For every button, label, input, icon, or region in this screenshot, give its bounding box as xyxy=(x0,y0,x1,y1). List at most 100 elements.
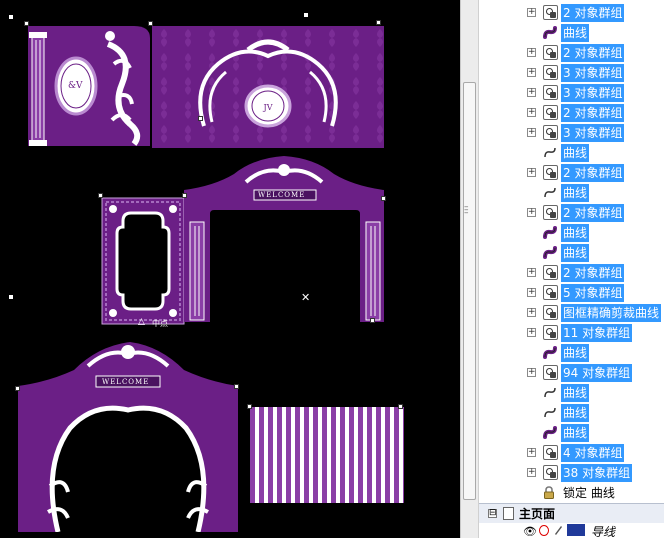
object-label[interactable]: 94 对象群组 xyxy=(561,364,633,382)
node-handle[interactable] xyxy=(381,196,386,201)
rotation-center-icon[interactable]: ✕ xyxy=(301,291,310,304)
object-row[interactable]: 曲线 xyxy=(479,423,664,443)
node-handle[interactable] xyxy=(376,20,381,25)
object-label[interactable]: 3 对象群组 xyxy=(561,124,625,142)
object-row[interactable]: 曲线 xyxy=(479,343,664,363)
object-row[interactable]: +3 对象群组 xyxy=(479,63,664,83)
expand-icon[interactable]: + xyxy=(527,308,536,317)
object-label[interactable]: 曲线 xyxy=(561,384,590,402)
object-row[interactable]: +3 对象群组 xyxy=(479,83,664,103)
node-handle[interactable] xyxy=(198,116,203,121)
node-handle[interactable] xyxy=(148,21,153,26)
object-label[interactable]: 曲线 xyxy=(561,244,590,262)
expand-icon[interactable]: + xyxy=(527,88,536,97)
guides-layer-row[interactable]: 👁 导线 xyxy=(479,523,664,538)
object-row[interactable]: 锁定 曲线 xyxy=(479,483,664,503)
master-page-row[interactable]: ⊟ 主页面 xyxy=(479,503,664,523)
pencil-icon[interactable] xyxy=(553,524,563,536)
selection-handle-top-center[interactable] xyxy=(303,12,309,18)
object-label[interactable]: 曲线 xyxy=(561,344,590,362)
object-label[interactable]: 2 对象群组 xyxy=(561,4,625,22)
object-label[interactable]: 锁定 曲线 xyxy=(561,484,617,502)
object-row[interactable]: +2 对象群组 xyxy=(479,3,664,23)
node-handle[interactable] xyxy=(182,193,187,198)
object-label[interactable]: 2 对象群组 xyxy=(561,104,625,122)
node-handle[interactable] xyxy=(398,404,403,409)
object-row[interactable]: 曲线 xyxy=(479,243,664,263)
object-label[interactable]: 曲线 xyxy=(561,24,590,42)
node-handle[interactable] xyxy=(15,386,20,391)
object-label[interactable]: 曲线 xyxy=(561,224,590,242)
eye-icon[interactable]: 👁 xyxy=(523,525,537,538)
object-label[interactable]: 曲线 xyxy=(561,144,590,162)
expand-icon[interactable]: + xyxy=(527,68,536,77)
node-handle[interactable] xyxy=(24,21,29,26)
object-label[interactable]: 4 对象群组 xyxy=(561,444,625,462)
drawing-canvas[interactable]: &V JV WELCOME WELCOME ✕ △ 中点 xyxy=(0,0,460,538)
expand-icon[interactable]: + xyxy=(527,468,536,477)
expand-icon[interactable]: + xyxy=(527,8,536,17)
object-row[interactable]: 曲线 xyxy=(479,23,664,43)
collapse-icon[interactable]: ⊟ xyxy=(488,509,497,518)
object-label[interactable]: 2 对象群组 xyxy=(561,264,625,282)
expand-icon[interactable]: + xyxy=(527,368,536,377)
selection-handle-middle-left[interactable] xyxy=(8,294,14,300)
object-row[interactable]: +2 对象群组 xyxy=(479,43,664,63)
expand-icon[interactable]: + xyxy=(527,328,536,337)
expand-icon[interactable]: + xyxy=(527,208,536,217)
selection-handle-top-left[interactable] xyxy=(8,14,14,20)
object-row[interactable]: 曲线 xyxy=(479,383,664,403)
expand-icon[interactable]: + xyxy=(527,48,536,57)
object-label[interactable]: 5 对象群组 xyxy=(561,284,625,302)
object-label[interactable]: 曲线 xyxy=(561,184,590,202)
object-row[interactable]: 曲线 xyxy=(479,183,664,203)
object-label[interactable]: 曲线 xyxy=(561,404,590,422)
group-icon xyxy=(543,105,558,120)
object-label[interactable]: 图框精确剪裁曲线 xyxy=(561,304,662,322)
object-label[interactable]: 2 对象群组 xyxy=(561,204,625,222)
object-row[interactable]: +11 对象群组 xyxy=(479,323,664,343)
object-label[interactable]: 38 对象群组 xyxy=(561,464,633,482)
object-row[interactable]: +38 对象群组 xyxy=(479,463,664,483)
object-row[interactable]: + 图框精确剪裁曲线 xyxy=(479,303,664,323)
layer-color-swatch[interactable] xyxy=(567,524,585,536)
large-welcome-arch-artwork[interactable] xyxy=(18,336,240,532)
striped-panel-artwork[interactable] xyxy=(250,407,404,503)
column-panel-artwork[interactable] xyxy=(26,24,152,148)
object-row[interactable]: +2 对象群组 xyxy=(479,203,664,223)
welcome-arch-artwork[interactable] xyxy=(184,152,386,324)
door-panel-artwork[interactable] xyxy=(101,197,185,325)
node-handle[interactable] xyxy=(234,384,239,389)
object-label[interactable]: 2 对象群组 xyxy=(561,164,625,182)
object-label[interactable]: 3 对象群组 xyxy=(561,84,625,102)
object-row[interactable]: +3 对象群组 xyxy=(479,123,664,143)
expand-icon[interactable]: + xyxy=(527,108,536,117)
object-row[interactable]: 曲线 xyxy=(479,223,664,243)
expand-icon[interactable]: + xyxy=(527,268,536,277)
object-row[interactable]: +5 对象群组 xyxy=(479,283,664,303)
node-handle[interactable] xyxy=(247,404,252,409)
object-manager-panel: +2 对象群组 曲线 +2 对象群组 +3 对象群组 +3 对象群组 +2 对象群组 +3 … xyxy=(478,0,664,538)
object-row[interactable]: +2 对象群组 xyxy=(479,163,664,183)
node-handle[interactable] xyxy=(370,318,375,323)
object-row[interactable]: 曲线 xyxy=(479,143,664,163)
object-row[interactable]: +94 对象群组 xyxy=(479,363,664,383)
object-row[interactable]: +2 对象群组 xyxy=(479,103,664,123)
expand-icon[interactable]: + xyxy=(527,288,536,297)
expand-icon[interactable]: + xyxy=(527,128,536,137)
object-label[interactable]: 3 对象群组 xyxy=(561,64,625,82)
damask-backdrop-artwork[interactable]: JV xyxy=(152,26,384,148)
object-label[interactable]: 2 对象群组 xyxy=(561,44,625,62)
node-handle[interactable] xyxy=(98,193,103,198)
canvas-vertical-scrollbar[interactable]: – – – xyxy=(460,0,478,538)
object-row[interactable]: +2 对象群组 xyxy=(479,263,664,283)
object-label[interactable]: 曲线 xyxy=(561,424,590,442)
expand-icon[interactable]: + xyxy=(527,168,536,177)
object-label[interactable]: 11 对象群组 xyxy=(561,324,633,342)
curve-icon xyxy=(543,246,557,259)
object-row[interactable]: +4 对象群组 xyxy=(479,443,664,463)
expand-icon[interactable]: + xyxy=(527,448,536,457)
print-disabled-icon[interactable] xyxy=(539,525,549,536)
scrollbar-thumb[interactable] xyxy=(463,82,476,500)
object-row[interactable]: 曲线 xyxy=(479,403,664,423)
